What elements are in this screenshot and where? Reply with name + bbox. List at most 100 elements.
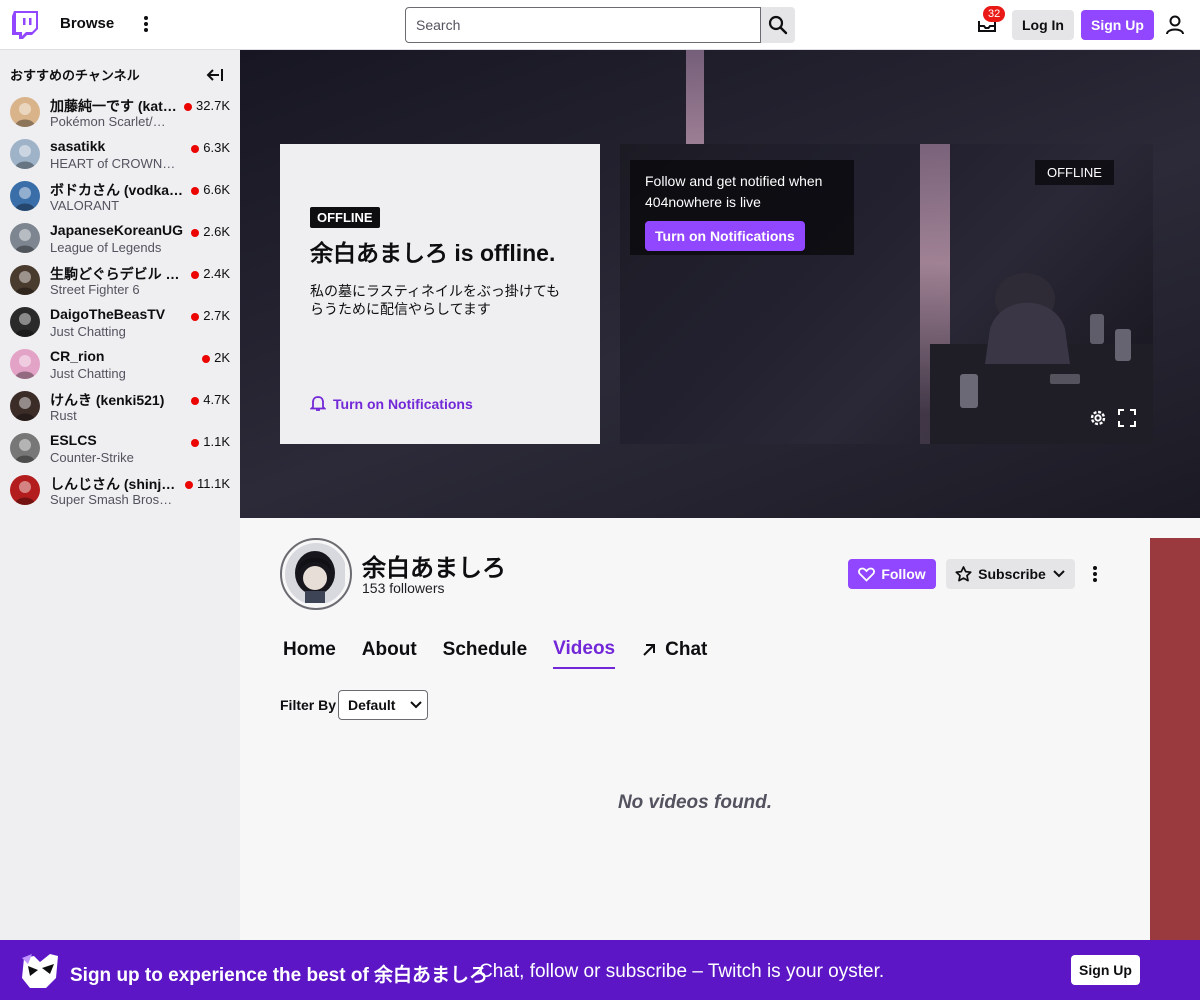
live-indicator	[202, 355, 210, 363]
twitch-logo-icon[interactable]	[12, 11, 38, 39]
sidebar-channel-item[interactable]: JapaneseKoreanUG League of Legends 2.6K	[0, 218, 240, 260]
tab-chat[interactable]: Chat	[641, 638, 707, 669]
sidebar-viewer-count: 4.7K	[203, 392, 230, 407]
avatar	[10, 265, 40, 295]
sidebar-channel-item[interactable]: sasatikk HEART of CROWN O… 6.3K	[0, 134, 240, 176]
tab-schedule-label: Schedule	[442, 639, 528, 660]
sidebar-channel-item[interactable]: 加藤純一です (kat… Pokémon Scarlet/… 32.7K	[0, 92, 240, 134]
sidebar-channel-item[interactable]: ボドカさん (vodka… VALORANT 6.6K	[0, 176, 240, 218]
turn-on-notifications-link[interactable]: Turn on Notifications	[310, 395, 473, 412]
tab-videos[interactable]: Videos	[553, 638, 616, 669]
login-button[interactable]: Log In	[1012, 10, 1074, 40]
banner-edge	[1150, 538, 1200, 940]
sidebar-channel-game: VALORANT	[50, 198, 120, 213]
tab-schedule[interactable]: Schedule	[443, 638, 527, 669]
tab-home[interactable]: Home	[283, 638, 336, 669]
filter-label: Filter By	[280, 697, 337, 713]
sidebar-channel-name: ESLCS	[50, 432, 97, 448]
fullscreen-icon[interactable]	[1118, 409, 1136, 427]
sidebar-channel-name: 生駒どぐらデビル (…	[50, 266, 184, 282]
sidebar-viewer-count: 2K	[214, 350, 230, 365]
empty-state-message: No videos found.	[617, 792, 773, 813]
avatar	[10, 391, 40, 421]
inbox-count-badge: 32	[983, 6, 1006, 22]
channel-more-options-icon[interactable]	[1089, 564, 1101, 586]
follow-button[interactable]: Follow	[848, 559, 936, 589]
search-bar	[405, 7, 795, 43]
sidebar-channel-item[interactable]: DaigoTheBeasTV Just Chatting 2.7K	[0, 302, 240, 344]
sidebar-channel-name: DaigoTheBeasTV	[50, 306, 166, 322]
tab-chat-label: Chat	[665, 639, 708, 660]
collapse-sidebar-icon[interactable]	[206, 67, 224, 83]
player-notifications-button[interactable]: Turn on Notifications	[645, 221, 805, 251]
sidebar-channel-name: CR_rion	[50, 348, 105, 364]
avatar	[10, 223, 40, 253]
sidebar-viewer-count: 6.6K	[203, 182, 230, 197]
sidebar: おすすめのチャンネル 加藤純一です (kat… Pokémon Scarlet/……	[0, 50, 240, 940]
search-input[interactable]	[405, 7, 761, 43]
live-indicator	[191, 145, 199, 153]
filter-value: Default	[348, 697, 396, 713]
search-button[interactable]	[761, 7, 795, 43]
notification-prompt-text: Follow and get notified when 404nowhere …	[645, 173, 823, 210]
settings-gear-icon[interactable]	[1088, 408, 1108, 428]
chevron-down-icon	[410, 701, 423, 709]
sidebar-channel-game: HEART of CROWN O…	[50, 156, 178, 171]
bell-icon	[310, 396, 326, 411]
live-indicator	[191, 229, 199, 237]
sidebar-channel-game: League of Legends	[50, 240, 162, 255]
top-nav: Browse 32 Log In Sign Up	[0, 0, 1200, 50]
channel-avatar[interactable]	[280, 538, 352, 610]
star-icon	[955, 566, 972, 582]
tab-home-label: Home	[283, 639, 336, 660]
sidebar-channel-name: けんき (kenki521)	[50, 392, 165, 408]
follower-count: 153 followers	[362, 580, 445, 596]
follow-label: Follow	[881, 566, 926, 582]
channel-description: 私の墓にラスティネイルをぶっ掛けてもらうために配信やらしてます	[310, 283, 561, 317]
avatar	[10, 97, 40, 127]
notification-prompt: Follow and get notified when 404nowhere …	[630, 160, 854, 255]
banner-signup-button[interactable]: Sign Up	[1071, 955, 1140, 985]
offline-card: OFFLINE 余白あましろ is offline. 私の墓にラスティネイルをぶ…	[280, 144, 600, 444]
sidebar-channel-item[interactable]: ESLCS Counter-Strike 1.1K	[0, 428, 240, 470]
turn-on-notifications-label: Turn on Notifications	[333, 395, 473, 412]
sidebar-channel-item[interactable]: けんき (kenki521) Rust 4.7K	[0, 386, 240, 428]
avatar	[10, 139, 40, 169]
filter-dropdown[interactable]: Default	[338, 690, 428, 720]
live-indicator	[191, 187, 199, 195]
recommended-channels-heading: おすすめのチャンネル	[10, 68, 140, 83]
channel-main: 余白あましろ 153 followers Follow Subscribe Ho…	[240, 518, 1150, 940]
sidebar-viewer-count: 32.7K	[196, 98, 230, 113]
signup-banner: Sign up to experience the best of 余白あましろ…	[0, 940, 1200, 1000]
offline-badge: OFFLINE	[310, 207, 380, 228]
sidebar-channel-game: Super Smash Bros…	[50, 492, 173, 507]
offline-title: 余白あましろ is offline.	[310, 240, 556, 266]
signup-button[interactable]: Sign Up	[1081, 10, 1154, 40]
sidebar-channel-item[interactable]: 生駒どぐらデビル (… Street Fighter 6 2.4K	[0, 260, 240, 302]
sidebar-viewer-count: 1.1K	[203, 434, 230, 449]
avatar	[10, 307, 40, 337]
sidebar-channel-name: ボドカさん (vodka…	[50, 182, 184, 198]
sidebar-viewer-count: 2.6K	[203, 224, 230, 239]
subscribe-button[interactable]: Subscribe	[946, 559, 1075, 589]
chevron-down-icon	[1053, 570, 1065, 578]
tab-about-label: About	[361, 639, 417, 660]
tab-videos-label: Videos	[553, 638, 616, 659]
sidebar-channel-game: Rust	[50, 408, 77, 423]
video-player[interactable]: Follow and get notified when 404nowhere …	[620, 144, 1153, 444]
browse-link[interactable]: Browse	[60, 15, 114, 32]
live-indicator	[191, 439, 199, 447]
sidebar-viewer-count: 2.4K	[203, 266, 230, 281]
sidebar-channel-item[interactable]: しんじさん (shinj… Super Smash Bros… 11.1K	[0, 470, 240, 512]
live-indicator	[185, 481, 193, 489]
tab-about[interactable]: About	[362, 638, 417, 669]
subscribe-label: Subscribe	[978, 566, 1046, 582]
avatar	[10, 433, 40, 463]
sidebar-viewer-count: 2.7K	[203, 308, 230, 323]
more-options-icon[interactable]	[138, 14, 154, 36]
user-icon[interactable]	[1165, 14, 1185, 36]
sidebar-channel-item[interactable]: CR_rion Just Chatting 2K	[0, 344, 240, 386]
avatar	[10, 181, 40, 211]
signup-banner-title: Sign up to experience the best of 余白あましろ	[70, 965, 489, 986]
sidebar-channel-game: Counter-Strike	[50, 450, 134, 465]
